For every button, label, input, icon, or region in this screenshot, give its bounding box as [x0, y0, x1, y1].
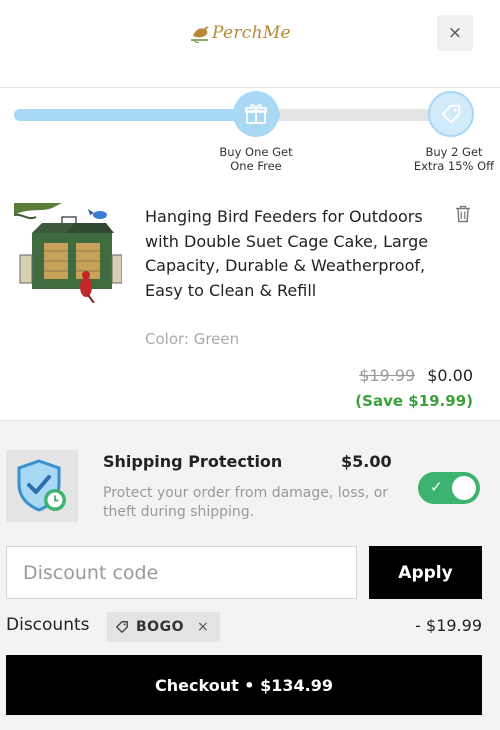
- logo-text: PerchMe: [212, 23, 291, 43]
- milestone-2-line2: Extra 15% Off: [413, 159, 495, 173]
- milestone-1-line2: One Free: [230, 159, 282, 173]
- shield-icon: [17, 459, 66, 512]
- tag-icon: [116, 621, 128, 633]
- milestone-2-line1: Buy 2 Get: [425, 145, 483, 159]
- rewards-progress-bar: [14, 109, 450, 121]
- close-icon: ×: [447, 23, 463, 43]
- milestone-1-line1: Buy One Get: [219, 145, 293, 159]
- shipping-protection-icon-box: [6, 450, 78, 522]
- checkout-button[interactable]: Checkout • $134.99: [6, 655, 482, 715]
- apply-discount-button[interactable]: Apply: [369, 546, 482, 599]
- cart-footer: Shipping Protection $5.00 Protect your o…: [0, 420, 500, 730]
- store-logo[interactable]: PerchMe: [190, 18, 310, 48]
- savings-text: (Save $19.99): [355, 392, 473, 410]
- milestone-buy-two: [428, 91, 474, 137]
- product-title[interactable]: Hanging Bird Feeders for Outdoors with D…: [145, 205, 445, 303]
- original-price: $19.99: [359, 366, 416, 385]
- close-button[interactable]: ×: [437, 15, 473, 51]
- gift-icon: [245, 104, 267, 124]
- shipping-protection-price: $5.00: [341, 452, 392, 471]
- shipping-protection-title: Shipping Protection: [103, 452, 283, 471]
- product-variant: Color: Green: [145, 330, 240, 348]
- price-row: $19.99 $0.00: [359, 366, 473, 385]
- tag-icon: [441, 104, 461, 124]
- remove-discount-icon[interactable]: ×: [197, 619, 209, 635]
- shipping-protection-description: Protect your order from damage, loss, or…: [103, 485, 389, 520]
- shipping-protection-toggle[interactable]: ✓: [418, 472, 480, 504]
- cart-header: PerchMe ×: [0, 0, 500, 88]
- current-price: $0.00: [427, 366, 473, 385]
- trash-icon: [456, 205, 470, 223]
- discount-code-input[interactable]: [6, 546, 357, 599]
- product-image[interactable]: [13, 203, 123, 304]
- check-icon: ✓: [430, 478, 443, 496]
- discount-tag: BOGO ×: [107, 612, 220, 642]
- discount-code: BOGO: [136, 619, 184, 635]
- discounts-label: Discounts: [6, 615, 90, 635]
- milestone-buy-one-get-one: [233, 91, 279, 137]
- remove-item-button[interactable]: [455, 205, 473, 223]
- bird-icon: [191, 26, 209, 43]
- toggle-knob: [452, 476, 476, 500]
- bird-feeder-image: [13, 203, 123, 304]
- milestone-label-1: Buy One Get One Free: [205, 145, 307, 173]
- discount-amount: - $19.99: [415, 616, 482, 635]
- milestone-label-2: Buy 2 Get Extra 15% Off: [408, 145, 500, 173]
